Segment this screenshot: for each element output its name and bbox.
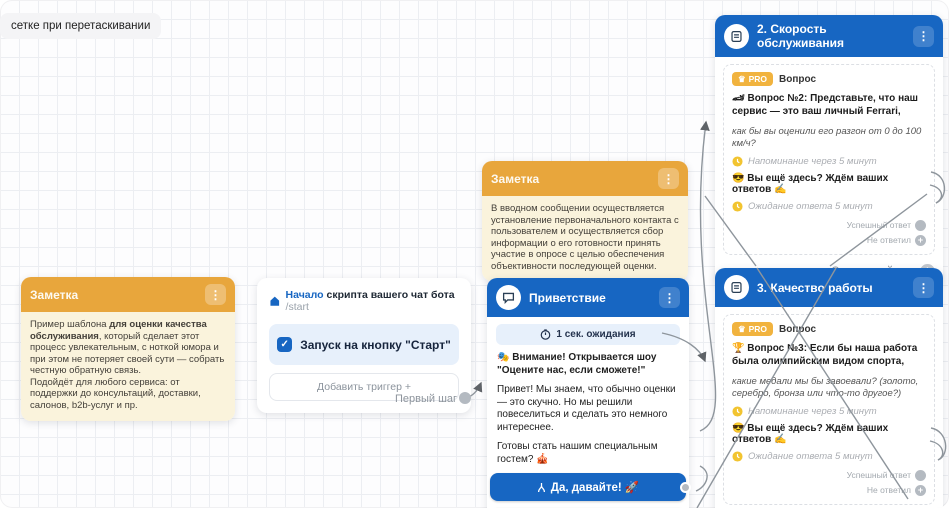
question-text-italic: как бы вы оценили его разгон от 0 до 100… (732, 126, 922, 149)
waiting-row: Ожидание ответа 5 минут (732, 451, 926, 462)
message-paragraph: Привет! Мы знаем, что обычно оценки — эт… (497, 384, 676, 433)
crown-icon: ♛ (738, 73, 746, 84)
home-icon (270, 296, 280, 306)
note-body: Пример шаблона для оценки качества обслу… (21, 312, 235, 421)
node-title: 2. Скорость обслуживания (757, 22, 844, 50)
note-text-second: Подойдёт для любого сервиса: от поддержк… (30, 376, 201, 412)
success-output-port[interactable] (915, 219, 926, 231)
reminder-row: Напоминание через 5 минут (732, 406, 926, 417)
drag-hint-tooltip: сетке при перетаскивании (0, 13, 162, 39)
block-type-label: Вопрос (779, 323, 817, 335)
note-title: Заметка (30, 287, 79, 302)
greeting-message: 🎭 Внимание! Открывается шоу "Оцените нас… (487, 352, 689, 466)
reminder-message: 😎 Вы ещё здесь? Ждём ваших ответов ✍️ (732, 172, 889, 195)
question-node-quality[interactable]: 3. Качество работы ⋮ ♛ PRO Вопрос 🏆 Вопро… (715, 268, 943, 508)
note-header[interactable]: Заметка ⋮ (482, 161, 688, 196)
note-body: В вводном сообщении осуществляется устан… (482, 196, 688, 282)
note-card-quality-template[interactable]: Заметка ⋮ Пример шаблона для оценки каче… (21, 277, 235, 421)
clock-bullet-icon (732, 156, 743, 167)
note-text-lead: Пример шаблона (30, 319, 110, 330)
poll-icon (724, 275, 749, 300)
start-command: /start (285, 301, 309, 313)
start-node-header: Начало скрипта вашего чат бота /start (257, 278, 471, 322)
waiting-text: Ожидание ответа 5 минут (748, 450, 873, 462)
reminder-message: 😎 Вы ещё здесь? Ждём ваших ответов ✍️ (732, 422, 889, 445)
button-label: Да, давайте! 🚀 (550, 482, 640, 494)
question-content-box: ♛ PRO Вопрос 🏎 Вопрос №2: Представьте, чт… (723, 64, 935, 255)
kebab-menu-icon[interactable]: ⋮ (205, 284, 226, 305)
clock-bullet-icon (732, 451, 743, 462)
poll-icon (724, 23, 749, 49)
success-output-label: Успешный ответ (846, 220, 911, 231)
reply-button-yes[interactable]: Да, давайте! 🚀 (490, 473, 691, 501)
note-title: Заметка (491, 171, 540, 186)
question-text-bold: 🏎 Вопрос №2: Представьте, что наш сервис… (732, 93, 919, 117)
question-node-header[interactable]: 2. Скорость обслуживания ⋮ (715, 15, 943, 57)
question-content-box: ♛ PRO Вопрос 🏆 Вопрос №3: Если бы наша ра… (723, 314, 935, 505)
crown-icon: ♛ (738, 323, 746, 334)
flow-canvas[interactable]: сетке при перетаскивании Заметка ⋮ Приме… (0, 0, 949, 508)
clock-bullet-icon (732, 201, 743, 212)
no-answer-output-port[interactable]: + (915, 484, 926, 496)
clock-bullet-icon (732, 406, 743, 417)
note-header[interactable]: Заметка ⋮ (21, 277, 235, 312)
checkbox-checked-icon[interactable]: ✓ (277, 337, 293, 352)
waiting-text: Ожидание ответа 5 минут (748, 200, 873, 212)
button-output-port[interactable] (680, 481, 691, 493)
start-title-accent: Начало (285, 289, 324, 301)
kebab-menu-icon[interactable]: ⋮ (913, 25, 934, 47)
pro-label: PRO (748, 74, 768, 84)
reminder-row: Напоминание через 5 минут (732, 156, 926, 167)
no-answer-output-label: Не ответил (866, 235, 911, 246)
pro-badge: ♛ PRO (732, 72, 774, 86)
reminder-text: Напоминание через 5 минут (748, 405, 877, 417)
start-title-rest: скрипта вашего чат бота (323, 289, 455, 301)
question-text-bold: 🏆 Вопрос №3: Если бы наша работа была ол… (732, 343, 918, 367)
message-bold-line: 🎭 Внимание! Открывается шоу "Оцените нас… (497, 352, 657, 376)
success-output-port[interactable] (915, 469, 926, 481)
node-title: Приветствие (529, 290, 606, 305)
no-answer-output-label: Не ответил (866, 485, 911, 496)
wait-duration-row[interactable]: 1 сек. ожидания (496, 324, 680, 345)
waiting-row: Ожидание ответа 5 минут (732, 201, 926, 212)
success-output-label: Успешный ответ (846, 470, 911, 481)
timer-icon (541, 329, 551, 340)
chat-bubble-icon (496, 285, 521, 310)
greeting-node-header[interactable]: Приветствие ⋮ (487, 278, 689, 317)
reminder-text: Напоминание через 5 минут (748, 155, 877, 167)
question-text-italic: какие медали мы бы завоевали? (золото, с… (732, 376, 919, 399)
message-question: Готовы стать нашим специальным гостем? 🎪 (497, 441, 658, 465)
start-trigger-row[interactable]: ✓ Запуск на кнопку "Старт" (269, 324, 459, 365)
note-card-intro-message[interactable]: Заметка ⋮ В вводном сообщении осуществля… (482, 161, 688, 282)
first-step-port[interactable] (459, 392, 471, 404)
branch-icon (537, 482, 545, 492)
pro-label: PRO (748, 324, 768, 334)
no-answer-output-port[interactable]: + (915, 234, 926, 246)
first-step-label: Первый шаг (395, 393, 458, 405)
pro-badge: ♛ PRO (732, 322, 774, 336)
trigger-label: Запуск на кнопку "Старт" (300, 337, 451, 352)
block-type-label: Вопрос (779, 73, 817, 85)
wait-label: 1 сек. ожидания (556, 329, 636, 340)
question-node-speed[interactable]: 2. Скорость обслуживания ⋮ ♛ PRO Вопрос 🏎… (715, 15, 943, 287)
greeting-node[interactable]: Приветствие ⋮ 1 сек. ожидания 🎭 Внимание… (487, 278, 691, 508)
question-node-header[interactable]: 3. Качество работы ⋮ (715, 268, 943, 307)
kebab-menu-icon[interactable]: ⋮ (659, 287, 680, 308)
kebab-menu-icon[interactable]: ⋮ (658, 168, 679, 189)
node-title: 3. Качество работы (757, 280, 873, 295)
kebab-menu-icon[interactable]: ⋮ (913, 277, 934, 298)
